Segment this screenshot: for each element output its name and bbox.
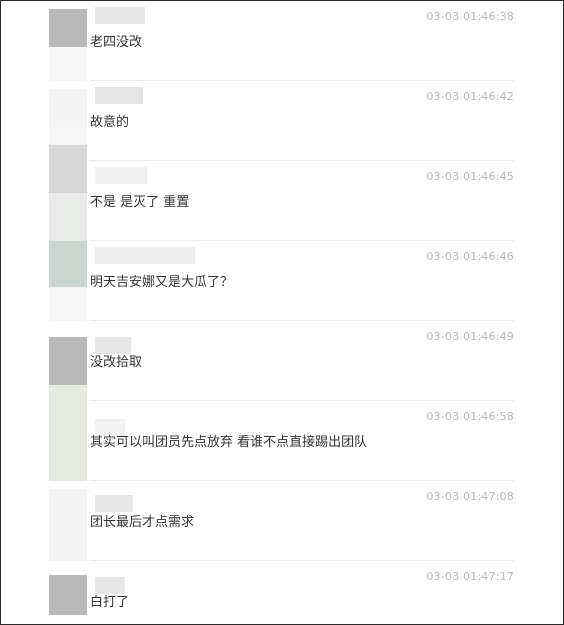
list-item: 03-03 01:47:08 团长最后才点需求 — [1, 481, 563, 561]
timestamp: 03-03 01:46:46 — [426, 250, 514, 263]
timestamp: 03-03 01:46:45 — [426, 170, 514, 183]
timestamp: 03-03 01:46:38 — [426, 10, 514, 23]
list-item: 03-03 01:46:45 不是 是灭了 重置 — [1, 145, 563, 241]
comment-text: 没改拾取 — [90, 355, 143, 370]
comment-text: 白打了 — [90, 595, 130, 610]
list-item: 03-03 01:47:17 白打了 — [1, 561, 563, 624]
avatar[interactable] — [49, 489, 87, 561]
username-redacted[interactable] — [95, 87, 143, 104]
avatar[interactable] — [49, 337, 87, 385]
comment-text: 团长最后才点需求 — [90, 515, 195, 530]
username-redacted[interactable] — [95, 495, 133, 512]
avatar[interactable] — [49, 575, 87, 615]
comment-list: 03-03 01:46:38 老四没改 03-03 01:46:42 故意的 0… — [0, 0, 564, 625]
avatar-shadow — [49, 47, 87, 81]
timestamp: 03-03 01:47:08 — [426, 490, 514, 503]
list-item: 03-03 01:46:58 其实可以叫团员先点放弃 看谁不点直接踢出团队 — [1, 385, 563, 481]
comment-text: 老四没改 — [90, 35, 143, 50]
timestamp: 03-03 01:46:58 — [426, 410, 514, 423]
comment-text: 明天吉安娜又是大瓜了？ — [90, 275, 234, 290]
comment-text: 故意的 — [90, 115, 130, 130]
avatar-shadow — [49, 193, 87, 241]
comment-text: 其实可以叫团员先点放弃 看谁不点直接踢出团队 — [90, 435, 368, 450]
avatar[interactable] — [49, 89, 87, 127]
list-item: 03-03 01:46:46 明天吉安娜又是大瓜了？ — [1, 241, 563, 321]
username-redacted[interactable] — [95, 7, 145, 24]
avatar[interactable] — [49, 385, 87, 481]
avatar[interactable] — [49, 241, 87, 289]
avatar-shadow — [49, 287, 87, 321]
list-item: 03-03 01:46:38 老四没改 — [1, 1, 563, 81]
timestamp: 03-03 01:47:17 — [426, 570, 514, 583]
avatar[interactable] — [49, 9, 87, 47]
username-redacted[interactable] — [95, 247, 195, 264]
username-redacted[interactable] — [95, 167, 147, 184]
timestamp: 03-03 01:46:49 — [426, 330, 514, 343]
comment-text: 不是 是灭了 重置 — [90, 195, 190, 210]
timestamp: 03-03 01:46:42 — [426, 90, 514, 103]
avatar[interactable] — [49, 145, 87, 193]
